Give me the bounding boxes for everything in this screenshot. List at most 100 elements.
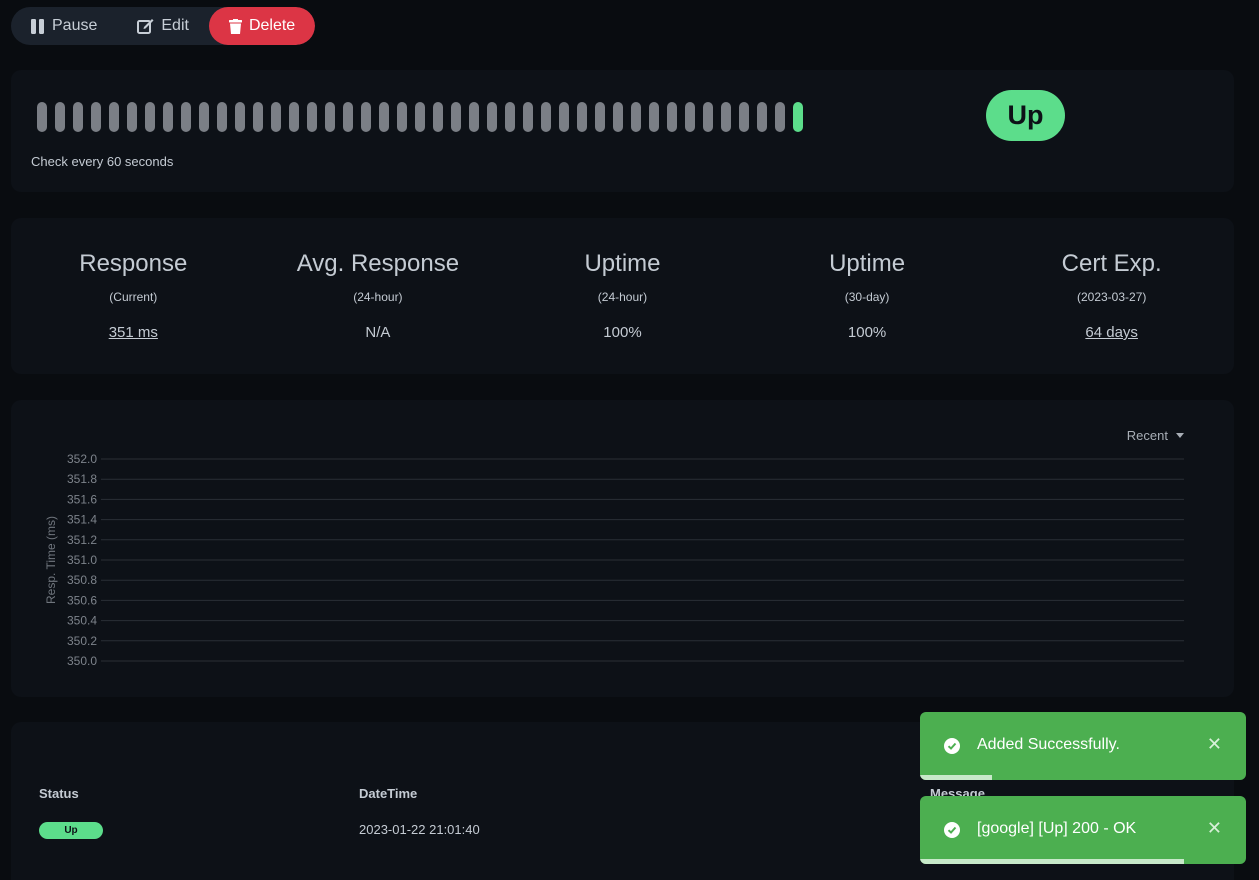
heartbeat-beat[interactable] — [289, 102, 299, 132]
heartbeat-beat[interactable] — [235, 102, 245, 132]
heartbeat-beat[interactable] — [325, 102, 335, 132]
check-interval-text: Check every 60 seconds — [31, 154, 174, 169]
caret-down-icon — [1176, 433, 1184, 438]
stats-card: Response (Current) 351 ms Avg. Response (24-… — [11, 218, 1234, 374]
heartbeat-beat[interactable] — [199, 102, 209, 132]
period-dropdown[interactable]: Recent — [1127, 428, 1184, 443]
pause-button[interactable]: Pause — [11, 7, 117, 45]
status-pill: Up — [986, 90, 1065, 141]
heartbeat-beat[interactable] — [469, 102, 479, 132]
heartbeat-beat[interactable] — [613, 102, 623, 132]
y-tick-label: 350.6 — [67, 593, 97, 607]
heartbeat-beat[interactable] — [361, 102, 371, 132]
heartbeat-beat[interactable] — [127, 102, 137, 132]
heartbeat-beat[interactable] — [379, 102, 389, 132]
y-tick-label: 351.8 — [67, 472, 97, 486]
heartbeat-beat[interactable] — [217, 102, 227, 132]
stat-block: Avg. Response (24-hour) N/A — [278, 218, 478, 374]
stat-subtitle: (24-hour) — [353, 290, 403, 304]
heartbeat-beat[interactable] — [703, 102, 713, 132]
stat-title: Cert Exp. — [1061, 250, 1162, 277]
toast-message: Added Successfully. — [977, 736, 1120, 753]
heartbeat-beat[interactable] — [145, 102, 155, 132]
heartbeat-beat[interactable] — [163, 102, 173, 132]
heartbeat-beat[interactable] — [577, 102, 587, 132]
heartbeat-beat[interactable] — [73, 102, 83, 132]
edit-icon — [137, 19, 154, 34]
check-circle-icon — [944, 738, 960, 754]
heartbeat-beat[interactable] — [649, 102, 659, 132]
heartbeat-card: Check every 60 seconds Up — [11, 70, 1234, 192]
heartbeat-beat[interactable] — [343, 102, 353, 132]
heartbeat-beat[interactable] — [793, 102, 803, 132]
heartbeat-beat[interactable] — [775, 102, 785, 132]
heartbeat-beat[interactable] — [541, 102, 551, 132]
heartbeat-beat[interactable] — [721, 102, 731, 132]
stat-title: Avg. Response — [296, 250, 460, 277]
stat-subtitle: (24-hour) — [597, 290, 648, 304]
heartbeat-beat[interactable] — [523, 102, 533, 132]
toast-message: [google] [Up] 200 - OK — [977, 820, 1137, 837]
edit-label: Edit — [161, 17, 189, 34]
stat-block: Uptime (30-day) 100% — [767, 218, 967, 374]
y-tick-label: 350.4 — [67, 614, 97, 628]
heartbeat-beat[interactable] — [91, 102, 101, 132]
edit-button[interactable]: Edit — [117, 7, 209, 45]
stat-value: N/A — [365, 324, 391, 341]
heartbeat-beat[interactable] — [667, 102, 677, 132]
heartbeat-beat[interactable] — [487, 102, 497, 132]
heartbeat-beat[interactable] — [397, 102, 407, 132]
heartbeat-beat[interactable] — [253, 102, 263, 132]
y-tick-label: 351.0 — [67, 553, 97, 567]
heartbeat-beat[interactable] — [415, 102, 425, 132]
y-tick-label: 350.0 — [67, 654, 97, 668]
heartbeat-beat[interactable] — [271, 102, 281, 132]
period-label: Recent — [1126, 428, 1168, 443]
stat-title: Uptime — [584, 250, 661, 277]
heartbeat-beat[interactable] — [37, 102, 47, 132]
heartbeat-beat[interactable] — [595, 102, 605, 132]
heartbeat-beat[interactable] — [109, 102, 119, 132]
column-header-status: Status — [39, 786, 79, 801]
stat-value[interactable]: 351 ms — [33, 324, 233, 341]
toast-added: Added Successfully. ✕ — [920, 712, 1246, 780]
toast-progress-bar — [920, 859, 1185, 864]
heartbeat-beat[interactable] — [631, 102, 641, 132]
response-time-chart: 352.0 351.8 351.6 351.4 351.2 351.0 350.8 350.6… — [44, 452, 1184, 668]
y-tick-label: 352.0 — [67, 452, 97, 466]
monitor-action-bar: Pause Edit Delete — [11, 7, 316, 45]
heartbeat-beat[interactable] — [505, 102, 515, 132]
check-circle-icon — [944, 822, 960, 838]
stat-subtitle: (30-day) — [844, 290, 890, 304]
stat-value[interactable]: 64 days — [1012, 324, 1212, 341]
pause-label: Pause — [52, 17, 98, 34]
heartbeat-beat[interactable] — [559, 102, 569, 132]
heartbeat-beat[interactable] — [307, 102, 317, 132]
chart-card: 352.0 351.8 351.6 351.4 351.2 351.0 350.8 350.6… — [11, 400, 1234, 697]
status-badge: Up — [39, 822, 103, 839]
stat-title: Response — [79, 250, 188, 277]
stat-block: Uptime (24-hour) 100% — [522, 218, 722, 374]
stat-subtitle: (Current) — [109, 290, 158, 304]
close-icon[interactable]: ✕ — [1207, 818, 1222, 839]
stat-value: 100% — [847, 324, 887, 341]
heartbeat-beat[interactable] — [433, 102, 443, 132]
y-tick-label: 351.2 — [67, 533, 97, 547]
toast-progress-bar — [920, 775, 992, 780]
heartbeat-bar — [37, 102, 803, 132]
heartbeat-beat[interactable] — [757, 102, 767, 132]
column-header-datetime: DateTime — [359, 786, 418, 801]
heartbeat-beat[interactable] — [181, 102, 191, 132]
heartbeat-beat[interactable] — [55, 102, 65, 132]
delete-label: Delete — [248, 17, 296, 34]
heartbeat-beat[interactable] — [451, 102, 461, 132]
heartbeat-beat[interactable] — [685, 102, 695, 132]
heartbeat-beat[interactable] — [739, 102, 749, 132]
delete-button[interactable]: Delete — [208, 7, 316, 45]
row-datetime: 2023-01-22 21:01:40 — [359, 822, 480, 837]
trash-icon — [228, 18, 242, 34]
stat-block: Response (Current) 351 ms — [33, 218, 233, 374]
y-tick-label: 350.2 — [67, 634, 97, 648]
close-icon[interactable]: ✕ — [1207, 734, 1222, 755]
stat-subtitle: (2023-03-27) — [1076, 290, 1147, 304]
